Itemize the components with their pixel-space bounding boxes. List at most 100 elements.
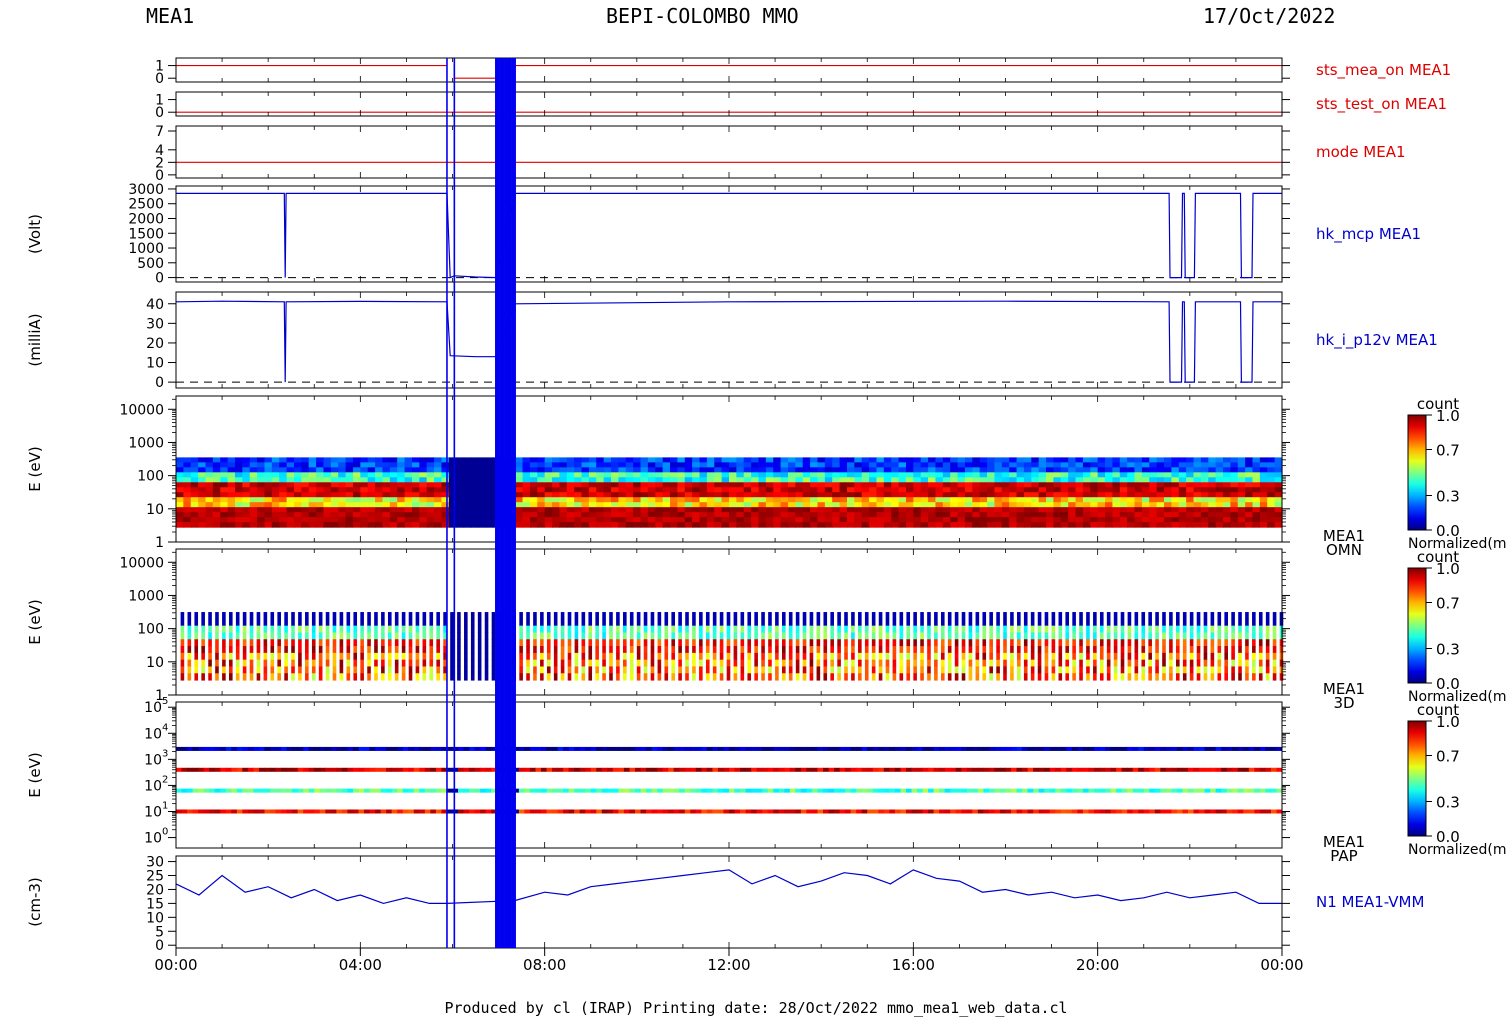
- spectrogram-cell-omn: [427, 462, 435, 468]
- spectrogram-cell-omn: [641, 457, 649, 463]
- spectrogram-band-pap: [657, 747, 663, 751]
- spectrogram-cell-omn: [935, 522, 943, 528]
- spectrogram-stripe-3d: [492, 619, 496, 626]
- spectrogram-cell-omn: [670, 482, 678, 488]
- spectrogram-cell-omn: [309, 492, 317, 498]
- spectrogram-cell-omn: [213, 512, 221, 518]
- spectrogram-stripe-3d: [388, 666, 392, 673]
- spectrogram-cell-omn: [390, 477, 398, 483]
- spectrogram-band-pap: [591, 810, 597, 814]
- spectrogram-cell-omn: [972, 517, 980, 523]
- spectrogram-cell-omn: [582, 457, 590, 463]
- spectrogram-cell-omn: [1201, 467, 1209, 473]
- spectrogram-stripe-3d: [181, 660, 185, 667]
- spectrogram-band-pap: [806, 747, 812, 751]
- spectrogram-cell-omn: [876, 507, 884, 513]
- spectrogram-stripe-3d: [347, 626, 351, 633]
- spectrogram-cell-omn: [685, 472, 693, 478]
- spectrogram-cell-omn: [825, 512, 833, 518]
- spectrogram-cell-omn: [935, 487, 943, 493]
- spectrogram-cell-omn: [464, 457, 472, 463]
- ytick-label-hk_mcp: 3000: [128, 182, 164, 198]
- spectrogram-stripe-3d: [194, 632, 198, 639]
- spectrogram-cell-omn: [353, 512, 361, 518]
- spectrogram-cell-omn: [817, 477, 825, 483]
- spectrogram-cell-omn: [670, 517, 678, 523]
- spectrogram-stripe-3d: [1058, 619, 1062, 626]
- spectrogram-stripe-3d: [229, 666, 233, 673]
- spectrogram-band-pap: [320, 810, 326, 814]
- spectrogram-stripe-3d: [312, 653, 316, 660]
- spectrogram-cell-omn: [633, 462, 641, 468]
- spectrogram-cell-omn: [1090, 457, 1098, 463]
- spectrogram-cell-omn: [191, 477, 199, 483]
- spectrogram-cell-omn: [1061, 462, 1069, 468]
- spectrogram-stripe-3d: [1031, 653, 1035, 660]
- spectrogram-stripe-3d: [208, 653, 212, 660]
- spectrogram-cell-omn: [456, 487, 464, 493]
- spectrogram-cell-omn: [987, 497, 995, 503]
- spectrogram-stripe-3d: [796, 639, 800, 646]
- spectrogram-stripe-3d: [471, 646, 475, 653]
- spectrogram-stripe-3d: [1010, 673, 1014, 680]
- spectrogram-band-pap: [364, 768, 370, 772]
- spectrogram-cell-omn: [1009, 457, 1017, 463]
- spectrogram-cell-omn: [817, 522, 825, 528]
- spectrogram-stripe-3d: [803, 666, 807, 673]
- spectrogram-cell-omn: [1208, 482, 1216, 488]
- spectrogram-stripe-3d: [367, 639, 371, 646]
- spectrogram-band-pap: [547, 747, 553, 751]
- spectrogram-cell-omn: [921, 512, 929, 518]
- spectrogram-cell-omn: [220, 457, 228, 463]
- spectrogram-stripe-3d: [1245, 673, 1249, 680]
- spectrogram-band-pap: [950, 747, 956, 751]
- spectrogram-stripe-3d: [768, 619, 772, 626]
- spectrogram-stripe-3d: [298, 660, 302, 667]
- spectrogram-band-pap: [242, 810, 248, 814]
- spectrogram-band-pap: [751, 747, 757, 751]
- spectrogram-stripe-3d: [678, 612, 682, 619]
- spectrogram-stripe-3d: [830, 626, 834, 633]
- spectrogram-cell-omn: [722, 477, 730, 483]
- spectrogram-band-pap: [707, 789, 713, 793]
- spectrogram-cell-omn: [346, 497, 354, 503]
- spectrogram-band-pap: [823, 768, 829, 772]
- spectrogram-cell-omn: [810, 477, 818, 483]
- spectrogram-band-pap: [204, 810, 210, 814]
- spectrogram-stripe-3d: [319, 646, 323, 653]
- spectrogram-cell-omn: [751, 487, 759, 493]
- spectrogram-band-pap: [641, 768, 647, 772]
- spectrogram-cell-omn: [589, 462, 597, 468]
- spectrogram-stripe-3d: [1148, 673, 1152, 680]
- spectrogram-stripe-3d: [243, 646, 247, 653]
- spectrogram-cell-omn: [899, 482, 907, 488]
- spectrogram-stripe-3d: [734, 646, 738, 653]
- spectrogram-cell-omn: [582, 467, 590, 473]
- spectrogram-band-pap: [298, 810, 304, 814]
- spectrogram-band-pap: [303, 810, 309, 814]
- spectrogram-cell-omn: [618, 472, 626, 478]
- spectrogram-stripe-3d: [865, 632, 869, 639]
- spectrogram-band-pap: [1144, 768, 1150, 772]
- spectrogram-stripe-3d: [879, 660, 883, 667]
- spectrogram-cell-omn: [1009, 477, 1017, 483]
- spectrogram-cell-omn: [589, 507, 597, 513]
- spectrogram-stripe-3d: [741, 632, 745, 639]
- spectrogram-stripe-3d: [464, 660, 468, 667]
- spectrogram-stripe-3d: [1141, 646, 1145, 653]
- spectrogram-band-pap: [696, 768, 702, 772]
- spectrogram-cell-omn: [655, 487, 663, 493]
- spectrogram-band-pap: [1072, 768, 1078, 772]
- spectrogram-stripe-3d: [582, 646, 586, 653]
- spectrogram-cell-omn: [250, 492, 258, 498]
- spectrogram-cell-omn: [722, 492, 730, 498]
- spectrogram-stripe-3d: [305, 666, 309, 673]
- spectrogram-cell-omn: [906, 502, 914, 508]
- spectrogram-cell-omn: [1098, 487, 1106, 493]
- spectrogram-cell-omn: [1223, 512, 1231, 518]
- spectrogram-cell-omn: [1135, 472, 1143, 478]
- spectrogram-stripe-3d: [340, 666, 344, 673]
- spectrogram-band-pap: [486, 747, 492, 751]
- spectrogram-cell-omn: [994, 482, 1002, 488]
- spectrogram-cell-omn: [353, 502, 361, 508]
